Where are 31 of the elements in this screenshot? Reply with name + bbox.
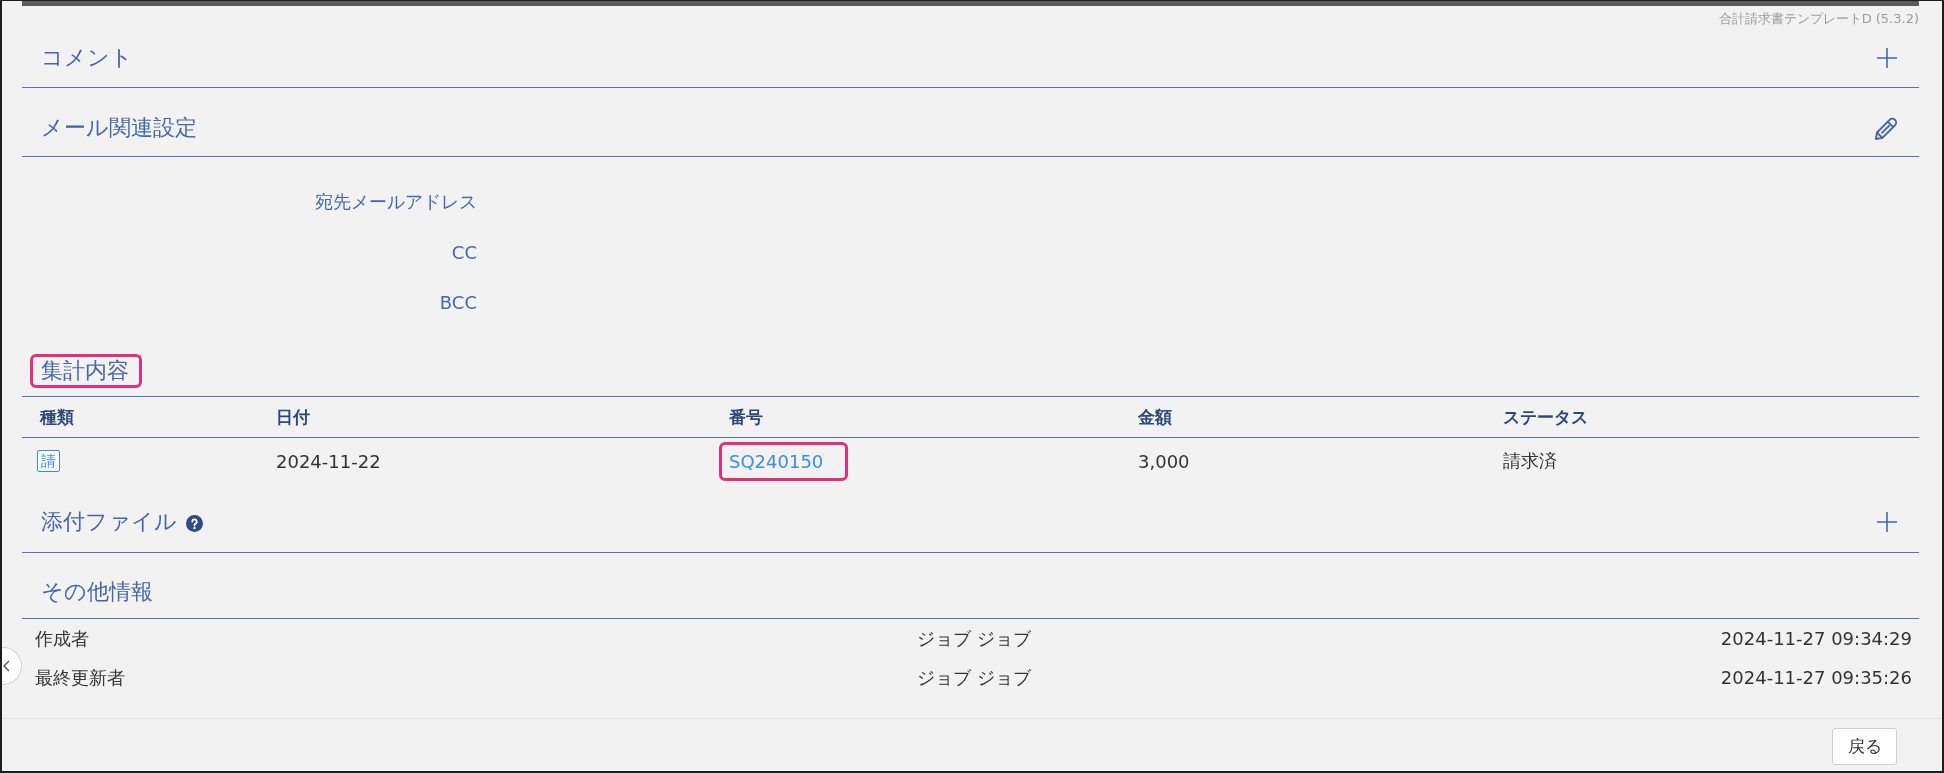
- plus-icon[interactable]: [1877, 512, 1897, 532]
- help-icon[interactable]: [186, 515, 203, 532]
- field-label: 宛先メールアドレス: [314, 190, 477, 214]
- table-cell-text: 3,000: [1138, 450, 1191, 472]
- pencil-icon[interactable]: [1874, 115, 1899, 141]
- back-button[interactable]: 戻る: [1832, 728, 1897, 765]
- column-header: ステータス: [1503, 405, 1589, 429]
- section-title: メール関連設定: [41, 114, 197, 142]
- field-label: BCC: [438, 291, 477, 313]
- column-header: 日付: [276, 405, 311, 429]
- column-header: 金額: [1138, 405, 1173, 429]
- info-label: 最終更新者: [35, 665, 126, 690]
- section-title: コメント: [41, 44, 133, 72]
- section-title: 添付ファイル: [41, 508, 177, 536]
- table-cell-text: 請求済: [1503, 449, 1558, 473]
- column-header: 番号: [729, 405, 764, 429]
- timestamp: 2024-11-27 09:35:26: [1720, 667, 1912, 688]
- user-name: ジョブ ジョブ: [917, 665, 1032, 690]
- column-header: 種類: [40, 405, 75, 429]
- table-cell-text: 2024-11-22: [276, 450, 382, 472]
- field-label: CC: [450, 241, 477, 263]
- plus-icon[interactable]: [1877, 48, 1897, 68]
- user-name: ジョブ ジョブ: [917, 626, 1032, 651]
- type-badge: 請: [37, 450, 60, 472]
- section-title: 集計内容: [30, 354, 142, 388]
- section-title: その他情報: [41, 578, 153, 606]
- collapse-button[interactable]: [2, 647, 22, 685]
- version-label: 合計請求書テンプレートD (5.3.2): [1718, 11, 1919, 26]
- info-label: 作成者: [35, 626, 90, 651]
- timestamp: 2024-11-27 09:34:29: [1720, 628, 1912, 649]
- chevron-left-icon: [3, 660, 10, 672]
